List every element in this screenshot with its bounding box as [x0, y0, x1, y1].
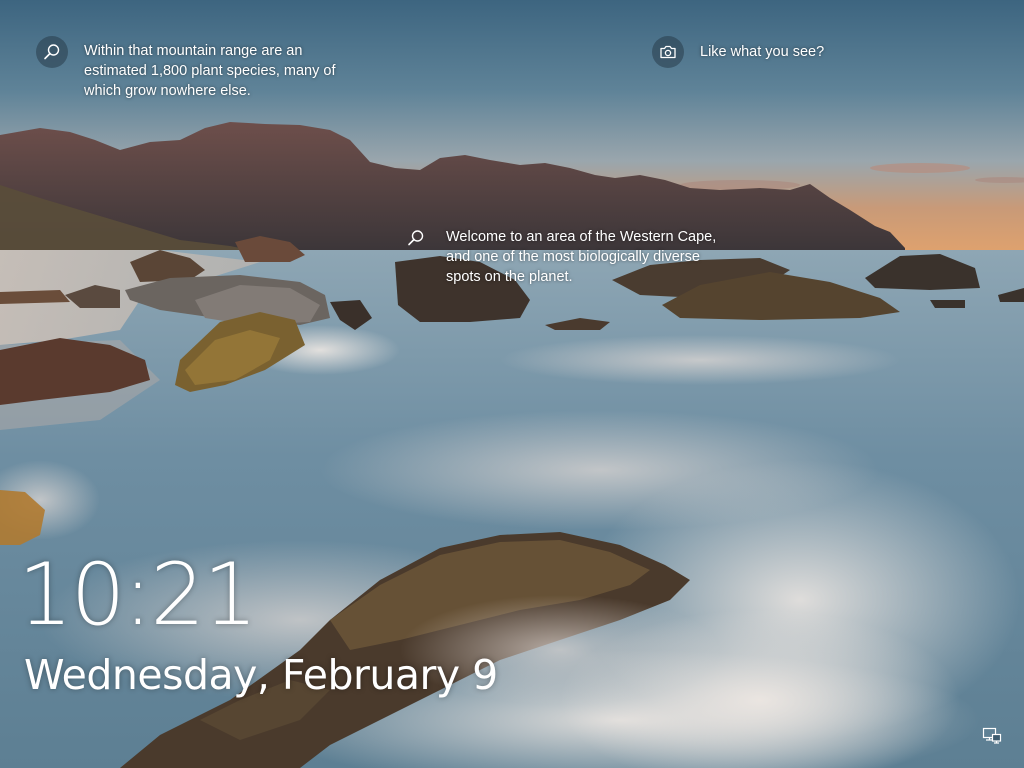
lock-screen[interactable]: Within that mountain range are an estima…	[0, 0, 1024, 768]
like-what-you-see-text: Like what you see?	[700, 44, 825, 60]
magnifier-icon	[400, 222, 432, 254]
fact-hotspot-center[interactable]: Welcome to an area of the Western Cape, …	[400, 222, 716, 287]
fact-text-top-left: Within that mountain range are an estima…	[84, 43, 336, 99]
fact-hotspot-top-left[interactable]: Within that mountain range are an estima…	[36, 36, 335, 101]
camera-icon	[652, 36, 684, 68]
magnifier-icon	[36, 36, 68, 68]
clock-time: 10:21	[18, 545, 258, 645]
clock-date: Wednesday, February 9	[24, 651, 498, 699]
network-icon[interactable]	[982, 726, 1002, 746]
fact-text-center: Welcome to an area of the Western Cape, …	[446, 229, 717, 285]
like-what-you-see-hotspot[interactable]: Like what you see?	[652, 36, 824, 68]
